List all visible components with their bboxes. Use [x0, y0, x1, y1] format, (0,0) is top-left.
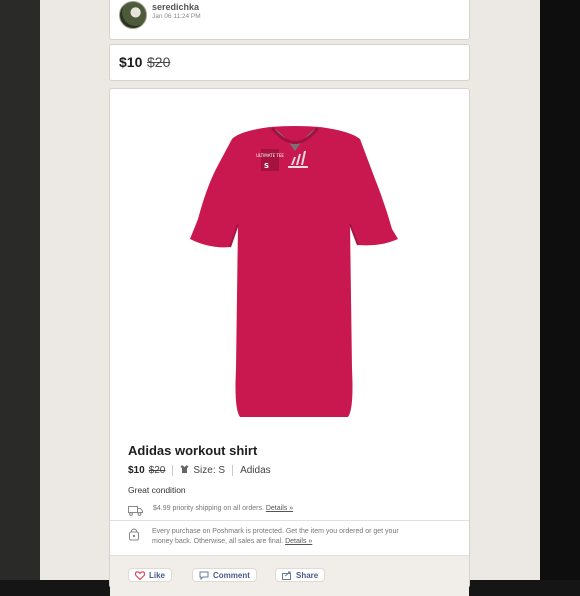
post-timestamp: Jan 06 11:24 PM	[152, 13, 201, 20]
heart-icon	[135, 570, 145, 580]
shipping-row: $4.99 priority shipping on all orders. D…	[128, 503, 293, 521]
meta-divider	[172, 465, 174, 476]
shield-lock-icon	[128, 527, 140, 546]
listing-brand[interactable]: Adidas	[240, 465, 271, 476]
comment-bubble-icon	[199, 571, 209, 580]
neck-label-text: ULTIMATE TEE	[256, 153, 284, 158]
protection-row: Every purchase on Poshmark is protected.…	[128, 527, 418, 547]
share-label: Share	[296, 570, 319, 580]
listing-description: Great condition	[128, 485, 186, 495]
price-current: $10	[119, 54, 143, 70]
share-icon	[282, 571, 291, 580]
action-bar: Like Comment Share	[110, 555, 469, 596]
listing-meta: $10 $20 Size: S Adidas	[128, 464, 271, 477]
listing-title: Adidas workout shirt	[128, 443, 258, 458]
price-card: $10 $20	[109, 44, 470, 81]
meta-price-current: $10	[128, 465, 145, 476]
shirt-illustration: ULTIMATE TEE S	[190, 126, 398, 417]
poster-card: seredichka Jan 06 11:24 PM	[109, 0, 470, 40]
price-original: $20	[147, 54, 171, 70]
shipping-truck-icon	[128, 503, 143, 521]
hanger-icon	[180, 464, 189, 477]
svg-text:S: S	[264, 162, 269, 170]
meta-price-original: $20	[148, 465, 166, 476]
section-divider	[110, 520, 469, 521]
listing-card: ULTIMATE TEE S Adidas workout shirt $10 …	[109, 88, 470, 596]
avatar[interactable]	[119, 1, 147, 29]
comment-label: Comment	[213, 570, 250, 580]
shipping-details-link[interactable]: Details »	[266, 505, 293, 512]
product-image[interactable]: ULTIMATE TEE S	[180, 119, 410, 419]
screen: seredichka Jan 06 11:24 PM $10 $20 ULTIM…	[40, 0, 540, 596]
protection-details-link[interactable]: Details »	[285, 538, 312, 545]
protection-text: Every purchase on Poshmark is protected.…	[152, 528, 399, 545]
username[interactable]: seredichka	[152, 2, 199, 12]
left-letterbox	[0, 0, 40, 580]
shipping-text: $4.99 priority shipping on all orders.	[153, 505, 264, 512]
right-letterbox	[540, 0, 580, 580]
listing-size[interactable]: Size: S	[193, 465, 225, 476]
meta-divider	[232, 465, 234, 476]
like-label: Like	[149, 570, 166, 580]
